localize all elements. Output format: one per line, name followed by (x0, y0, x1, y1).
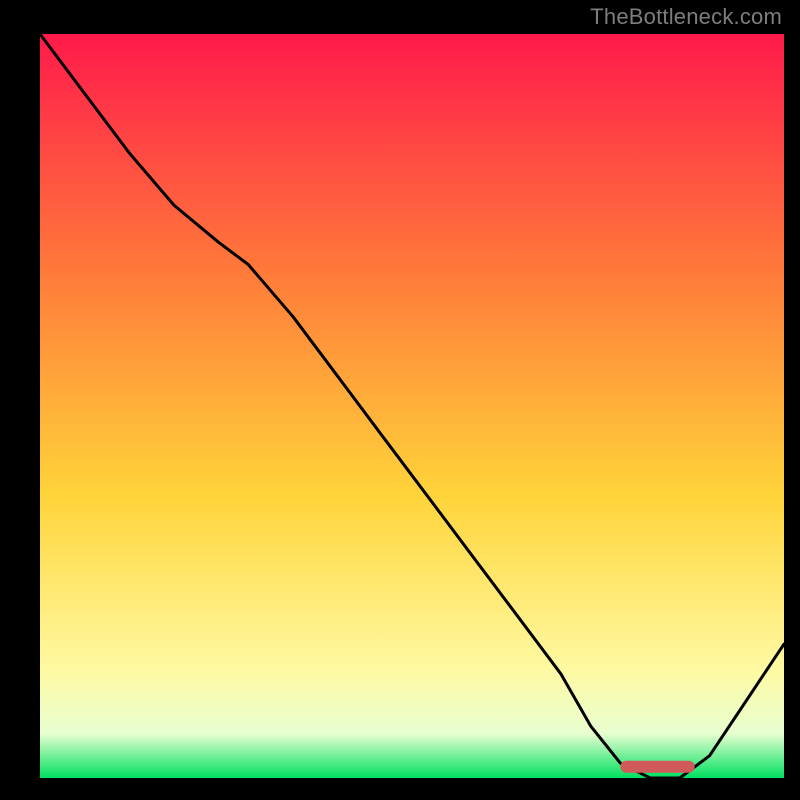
optimum-marker (620, 761, 694, 773)
chart-frame: TheBottleneck.com (0, 0, 800, 800)
gradient-background (40, 34, 784, 778)
bottleneck-plot (40, 34, 784, 778)
attribution-text: TheBottleneck.com (590, 4, 782, 30)
plot-svg (40, 34, 784, 778)
